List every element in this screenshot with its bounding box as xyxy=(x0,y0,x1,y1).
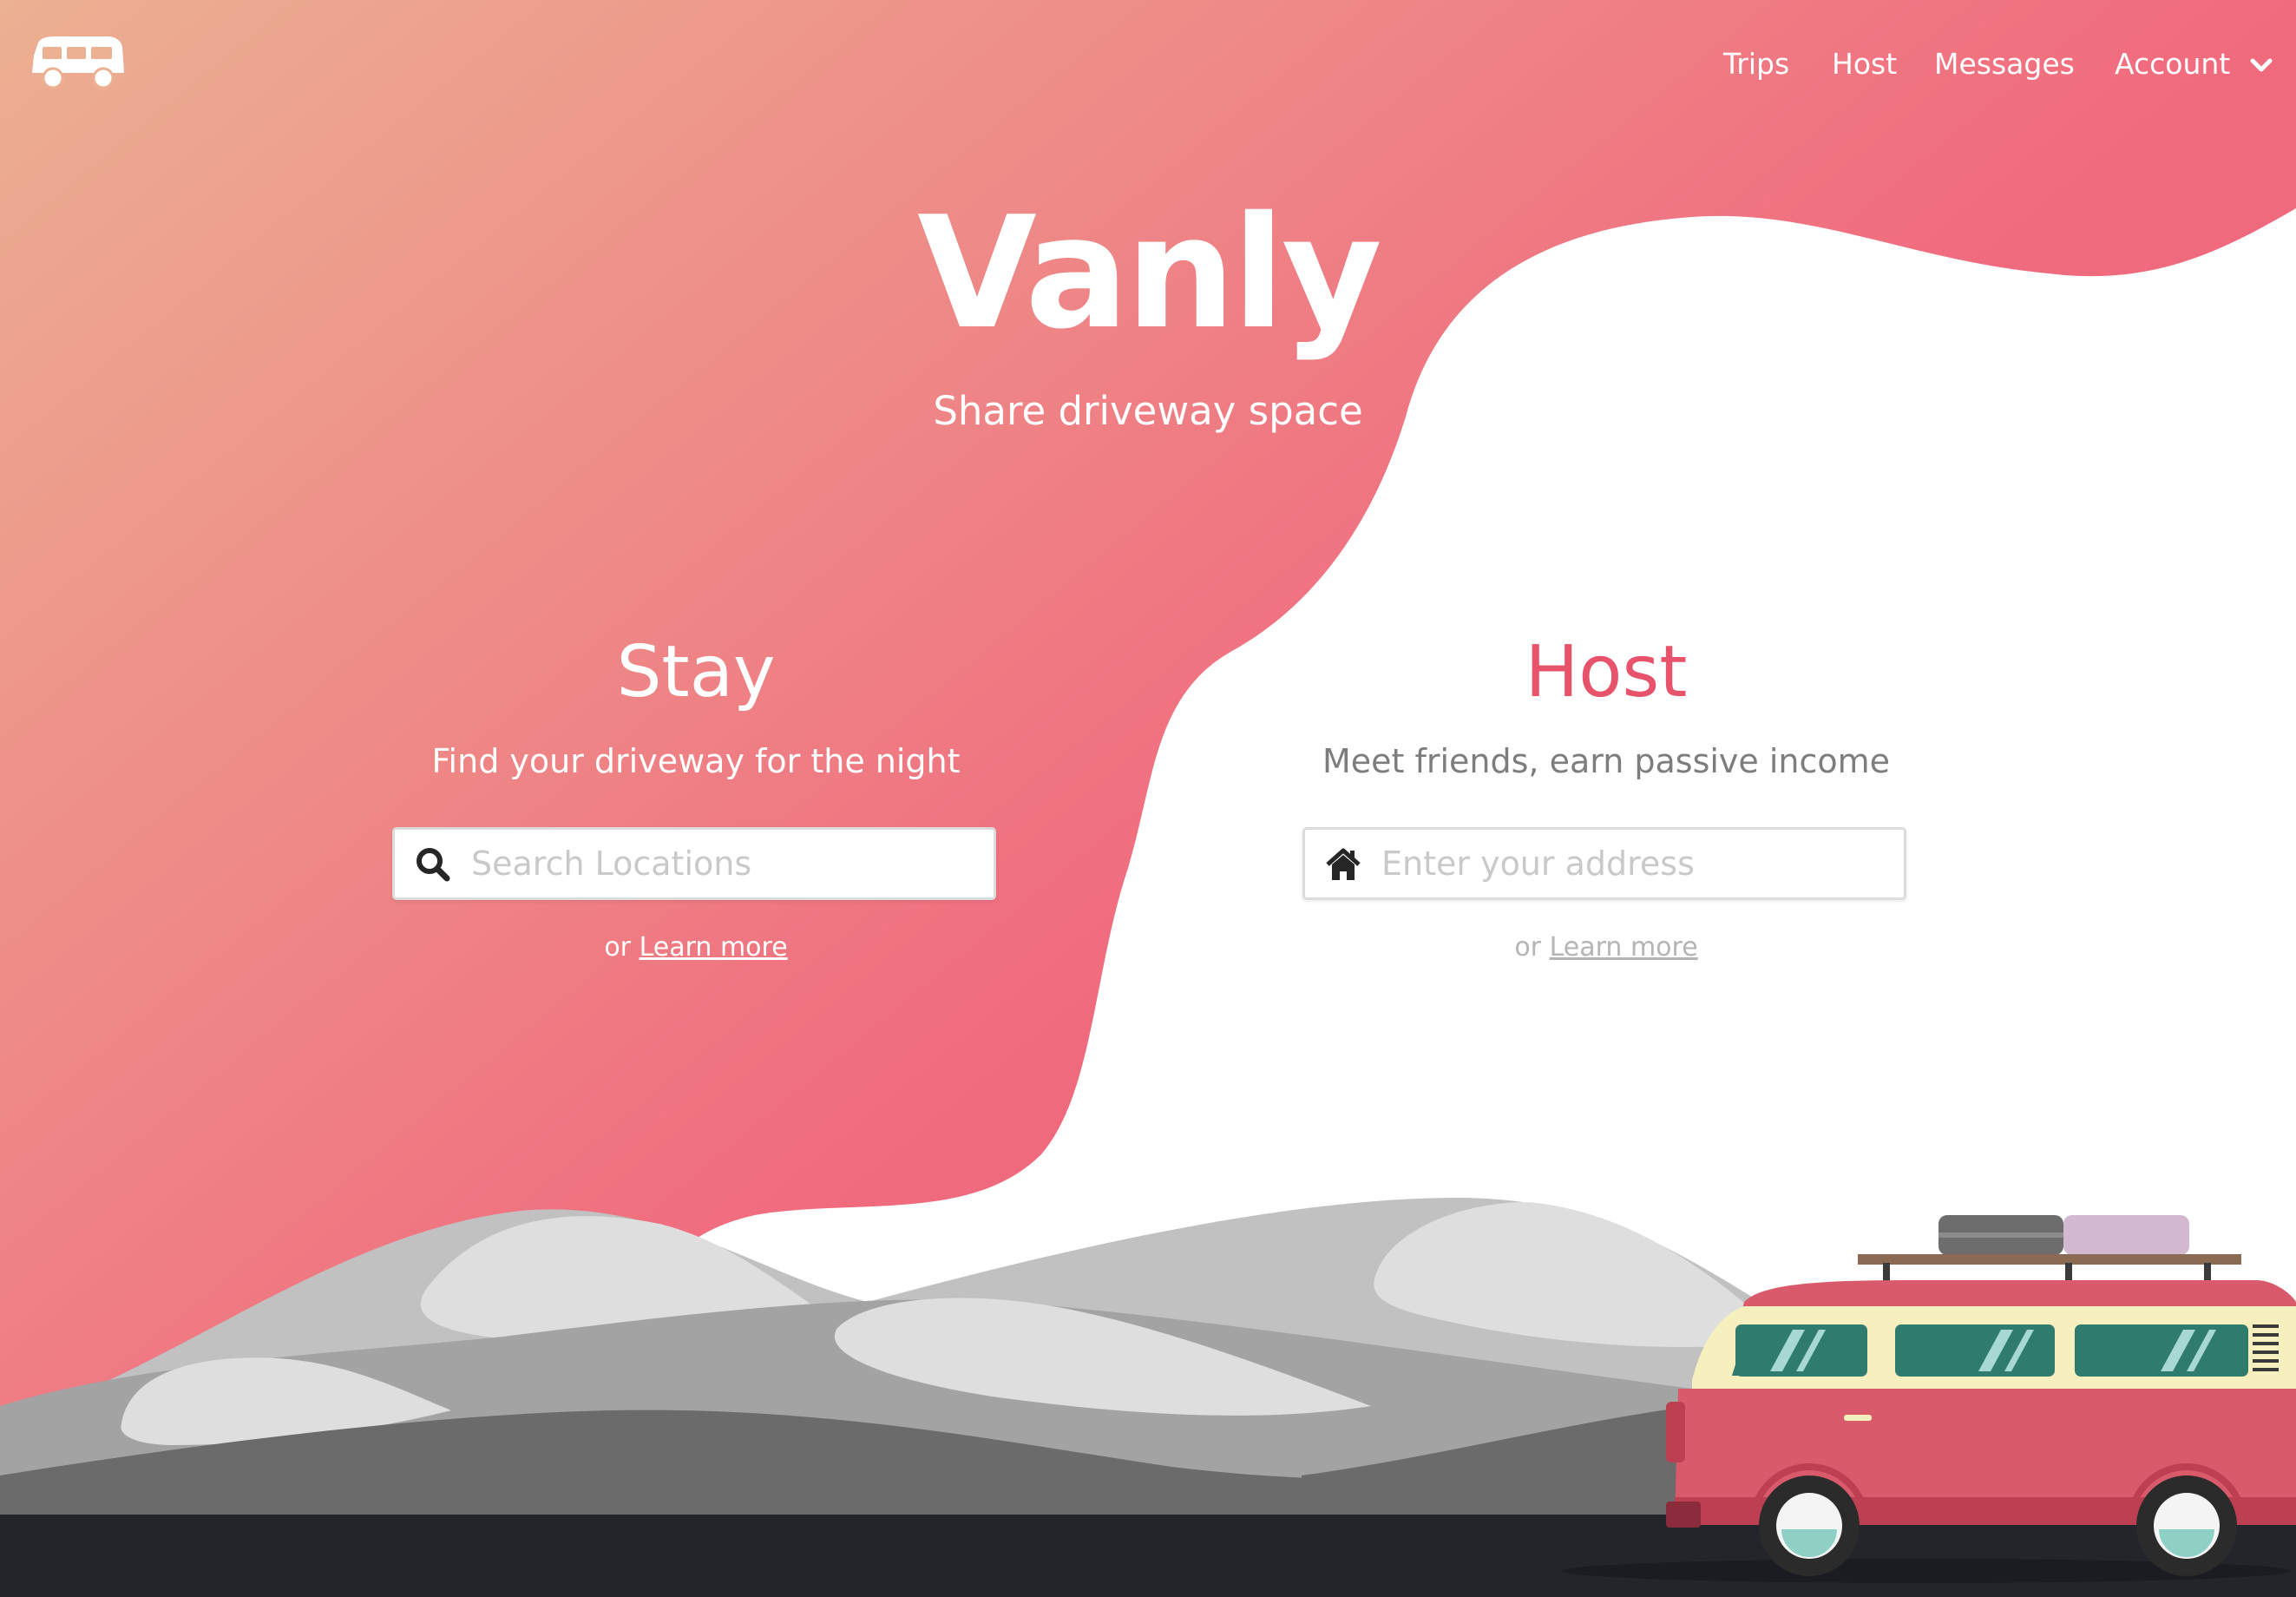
brand-tagline: Share driveway space xyxy=(933,388,1363,434)
road xyxy=(0,1515,2296,1597)
stay-learn-more: or Learn more xyxy=(392,930,1000,965)
top-nav: Trips Host Messages Account xyxy=(0,42,2296,87)
host-title: Host xyxy=(1525,631,1688,713)
host-learn-more-link[interactable]: Learn more xyxy=(1550,932,1698,963)
host-learn-more: or Learn more xyxy=(1302,930,1910,965)
nav-item-trips[interactable]: Trips xyxy=(1723,42,1789,87)
stay-learn-more-link[interactable]: Learn more xyxy=(640,932,788,963)
chevron-down-icon[interactable] xyxy=(2249,53,2273,77)
address-box[interactable] xyxy=(1302,827,1906,900)
search-box[interactable] xyxy=(392,827,996,900)
host-panel: Host Meet friends, earn passive income o… xyxy=(1302,625,1910,963)
address-input[interactable] xyxy=(1381,835,1885,892)
stay-title: Stay xyxy=(616,631,776,713)
learn-more-prefix: or xyxy=(604,932,632,963)
search-icon xyxy=(417,848,450,882)
nav-item-host[interactable]: Host xyxy=(1832,42,1897,87)
search-locations-input[interactable] xyxy=(471,835,974,892)
stay-panel: Stay Find your driveway for the night or… xyxy=(392,625,1000,963)
home-icon xyxy=(1326,848,1361,880)
nav-item-messages[interactable]: Messages xyxy=(1934,42,2075,87)
learn-more-prefix: or xyxy=(1514,932,1542,963)
stay-subtitle: Find your driveway for the night xyxy=(431,742,961,780)
host-subtitle: Meet friends, earn passive income xyxy=(1322,742,1891,780)
brand-title: Vanly xyxy=(917,183,1382,363)
nav-item-account[interactable]: Account xyxy=(2115,42,2230,87)
